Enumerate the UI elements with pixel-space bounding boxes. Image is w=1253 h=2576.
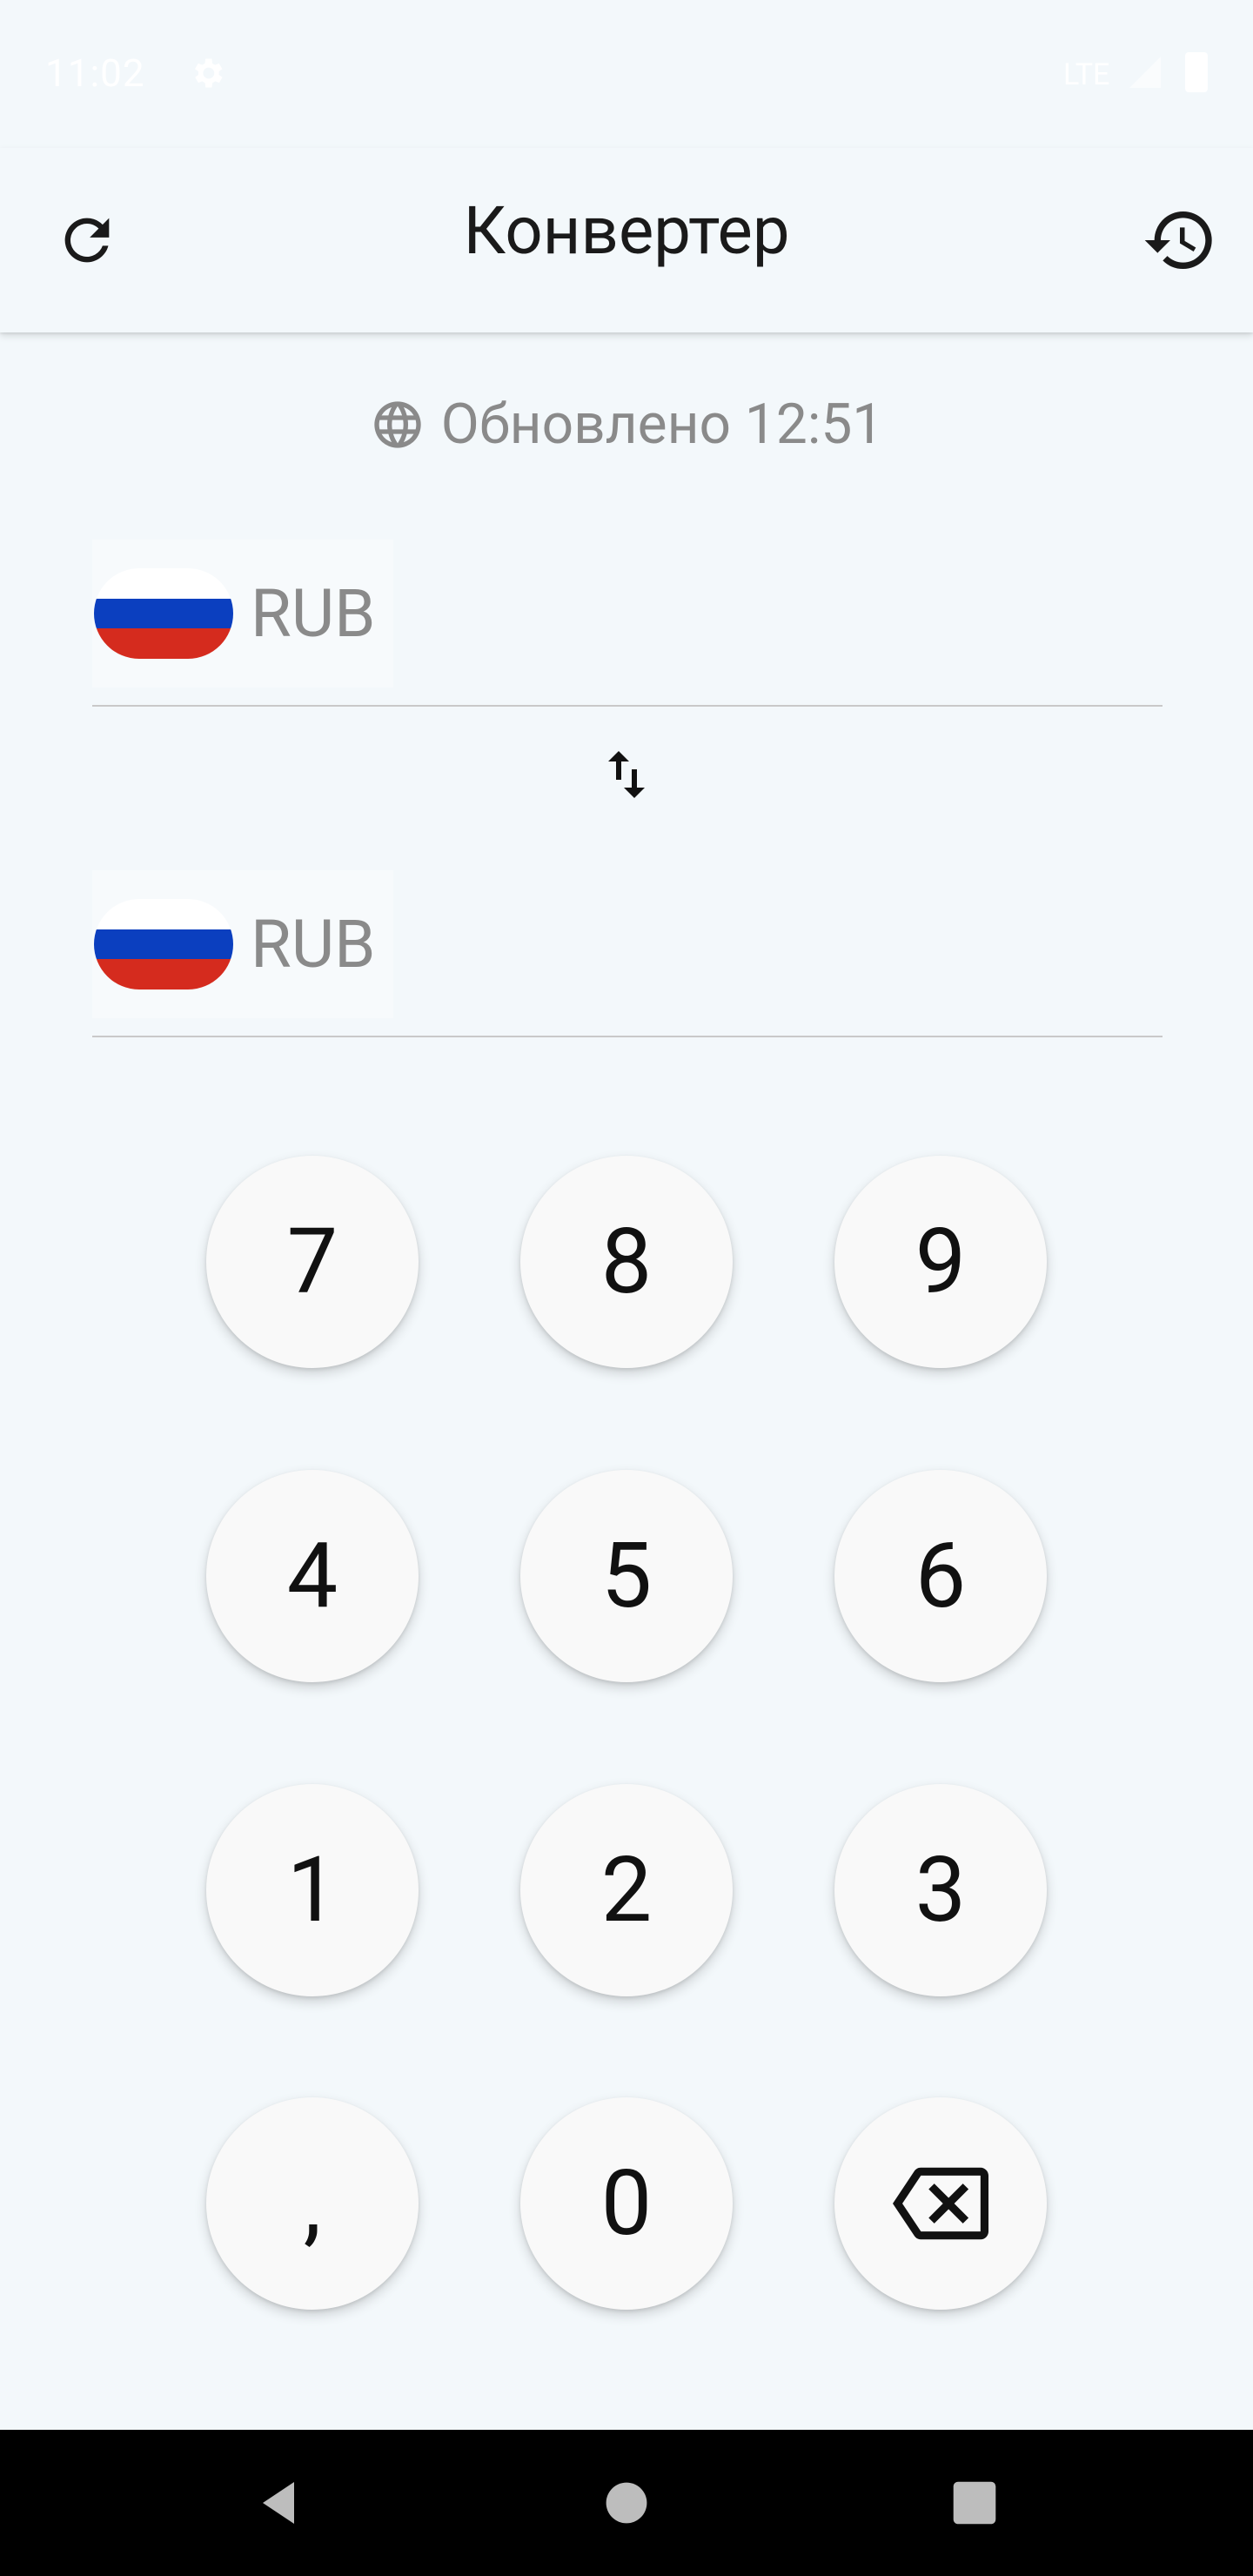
home-icon — [606, 2482, 647, 2524]
app-bar: Конвертер — [0, 148, 1253, 332]
swap-vertical-icon — [608, 751, 645, 798]
key-1[interactable]: 1 — [206, 1784, 419, 1996]
to-amount-field[interactable]: RUB — [92, 870, 1163, 1037]
key-7[interactable]: 7 — [206, 1156, 419, 1368]
key-0[interactable]: 0 — [520, 2097, 733, 2310]
last-updated-text: Обновлено 12:51 — [440, 392, 884, 457]
network-type: LTE — [1063, 57, 1110, 92]
key-9[interactable]: 9 — [834, 1156, 1047, 1368]
recents-icon — [953, 2481, 996, 2525]
battery-icon — [1185, 52, 1208, 92]
last-updated: Обновлено 12:51 — [0, 392, 1253, 457]
page-title: Конвертер — [463, 191, 790, 270]
globe-icon — [374, 400, 421, 448]
russia-flag-icon — [94, 899, 233, 989]
back-icon — [263, 2482, 294, 2524]
signal-icon — [1128, 54, 1163, 91]
russia-flag-icon — [94, 568, 233, 659]
back-button[interactable] — [235, 2459, 322, 2546]
status-bar: 11:02 LTE — [0, 0, 1253, 148]
from-currency-selector[interactable]: RUB — [92, 540, 393, 688]
key-8[interactable]: 8 — [520, 1156, 733, 1368]
history-icon — [1144, 211, 1212, 270]
home-button[interactable] — [583, 2459, 670, 2546]
from-currency-code: RUB — [251, 574, 376, 653]
key-4[interactable]: 4 — [206, 1470, 419, 1682]
system-navigation-bar — [0, 2430, 1253, 2576]
to-currency-code: RUB — [251, 905, 376, 983]
key-comma[interactable]: , — [206, 2097, 419, 2310]
from-amount-field[interactable]: RUB — [92, 540, 1163, 707]
key-5[interactable]: 5 — [520, 1470, 733, 1682]
status-time: 11:02 — [45, 50, 145, 96]
key-6[interactable]: 6 — [834, 1470, 1047, 1682]
recents-button[interactable] — [931, 2459, 1018, 2546]
backspace-button[interactable] — [834, 2097, 1047, 2310]
key-3[interactable]: 3 — [834, 1784, 1047, 1996]
backspace-icon — [893, 2167, 988, 2240]
key-2[interactable]: 2 — [520, 1784, 733, 1996]
gear-icon — [188, 54, 226, 92]
history-button[interactable] — [1128, 188, 1232, 292]
to-currency-selector[interactable]: RUB — [92, 870, 393, 1018]
swap-button[interactable] — [583, 731, 670, 818]
